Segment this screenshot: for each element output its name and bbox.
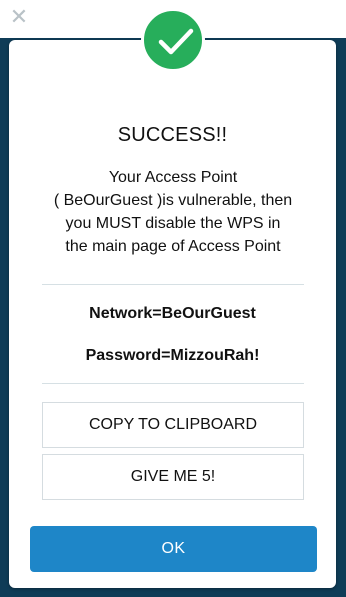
checkmark-icon: [141, 8, 205, 72]
close-icon[interactable]: ✕: [8, 6, 30, 28]
give-me-5-button[interactable]: GIVE ME 5!: [42, 454, 304, 500]
divider: [42, 383, 304, 384]
message-line: ( BeOurGuest )is vulnerable, then: [53, 192, 293, 209]
message-line: you MUST disable the WPS in: [65, 215, 281, 232]
divider: [42, 284, 304, 285]
message-line: Your Access Point: [108, 169, 238, 186]
ok-button[interactable]: OK: [30, 526, 317, 572]
network-password: Password=MizzouRah!: [85, 347, 260, 364]
network-name: Network=BeOurGuest: [89, 305, 256, 322]
dialog-message: Your Access Point ( BeOurGuest )is vulne…: [35, 166, 311, 258]
dialog-title: SUCCESS!!: [117, 124, 228, 146]
message-line: the main page of Access Point: [65, 238, 281, 255]
copy-to-clipboard-button[interactable]: COPY TO CLIPBOARD: [42, 402, 304, 448]
